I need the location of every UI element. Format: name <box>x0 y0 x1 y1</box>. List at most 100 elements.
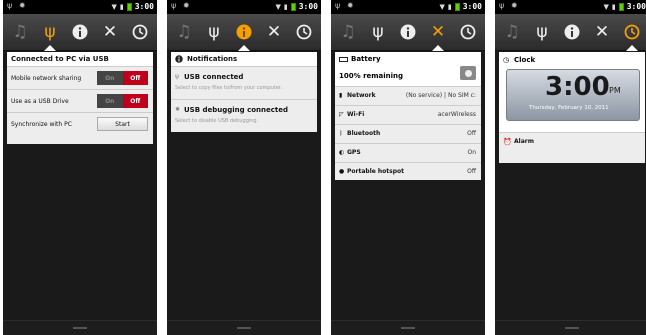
signal-icon: ▮ <box>611 2 616 11</box>
portable-hotspot-row[interactable]: ● Portable hotspot Off <box>335 162 481 181</box>
clock-text: 3:00 <box>462 2 482 11</box>
music-tab-icon[interactable]: ♫ <box>497 14 527 50</box>
wifi-value: acerWireless <box>437 111 476 118</box>
drawer-handle[interactable] <box>331 320 485 335</box>
network-row[interactable]: ▮ Network (No service) | No SIM c: <box>335 86 481 105</box>
usb-tab-icon[interactable]: ψ <box>363 14 393 50</box>
notification-title: USB debugging connected <box>184 106 289 114</box>
usb-drive-toggle[interactable]: On Off <box>97 94 148 108</box>
phone-screen-settings: ψ ✹ ▼ ▮ 3:00 ♫ ψ ✕ Battery 100% remainin… <box>331 0 485 335</box>
wifi-icon: ▼ <box>603 2 609 11</box>
chevron-down-icon <box>464 69 472 77</box>
mobile-network-sharing-row: Mobile network sharing On Off <box>7 66 153 89</box>
clock-section: ◷ Clock 3:00 PM Thursday, February 10, 2… <box>499 52 645 132</box>
clock-tab-icon[interactable] <box>125 14 155 50</box>
hotspot-icon: ● <box>339 168 345 175</box>
debug-icon: ✹ <box>175 106 181 113</box>
clock-text: 3:00 <box>134 2 154 11</box>
clock-date: Thursday, February 10, 2011 <box>529 105 609 111</box>
mobile-network-sharing-toggle[interactable]: On Off <box>97 71 148 85</box>
battery-icon <box>454 2 460 11</box>
clock-ampm: PM <box>609 86 621 95</box>
toggle-on[interactable]: On <box>97 71 123 85</box>
row-label: Bluetooth <box>347 130 381 137</box>
row-label: Network <box>347 92 376 99</box>
clock-tab-icon[interactable] <box>289 14 319 50</box>
toggle-off[interactable]: Off <box>122 94 148 108</box>
tools-tab-icon[interactable]: ✕ <box>259 14 289 50</box>
row-label: Portable hotspot <box>347 168 405 175</box>
bluetooth-row[interactable]: ᛒ Bluetooth Off <box>335 124 481 143</box>
notification-title: USB connected <box>184 73 244 81</box>
battery-value: 100% remaining <box>339 72 404 80</box>
panel-title: Connected to PC via USB <box>7 52 153 66</box>
usb-connected-notification[interactable]: ψ USB connected Select to copy files to/… <box>171 66 317 99</box>
row-label: GPS <box>347 149 361 156</box>
music-tab-icon[interactable]: ♫ <box>5 14 35 50</box>
active-tab-indicator <box>432 45 444 51</box>
clock-time: 3:00 <box>545 72 610 102</box>
tools-tab-icon[interactable]: ✕ <box>587 14 617 50</box>
music-tab-icon[interactable]: ♫ <box>333 14 363 50</box>
drawer-handle[interactable] <box>3 320 157 335</box>
usb-drive-row: Use as a USB Drive On Off <box>7 89 153 112</box>
clock-title: Clock <box>514 56 536 64</box>
clock-text: 3:00 <box>298 2 318 11</box>
active-tab-indicator <box>44 45 56 51</box>
start-sync-button[interactable]: Start <box>97 117 148 131</box>
usb-tab-icon[interactable]: ψ <box>35 14 65 51</box>
usb-status-icon: ψ ✹ <box>171 1 192 10</box>
wifi-row[interactable]: ◸ Wi-Fi acerWireless <box>335 105 481 124</box>
status-bar: ψ ✹ ▼ ▮ 3:00 <box>331 0 485 14</box>
icon-tab-bar: ♫ ψ ✕ <box>331 14 485 51</box>
wifi-icon: ▼ <box>111 2 117 11</box>
gps-value: On <box>467 149 476 156</box>
drawer-handle[interactable] <box>495 320 646 335</box>
alarm-label: Alarm <box>514 138 534 145</box>
digital-clock-widget[interactable]: 3:00 PM Thursday, February 10, 2011 <box>506 69 640 121</box>
settings-panel: Battery 100% remaining ▮ Network (No ser… <box>335 52 481 180</box>
signal-icon: ▮ <box>283 2 288 11</box>
battery-row: Battery 100% remaining <box>335 52 481 86</box>
row-label: Use as a USB Drive <box>11 98 69 105</box>
row-label: Synchronize with PC <box>11 121 72 128</box>
clock-text: 3:00 <box>626 2 646 11</box>
toggle-on[interactable]: On <box>97 94 123 108</box>
bluetooth-value: Off <box>467 130 476 137</box>
music-tab-icon[interactable]: ♫ <box>169 14 199 50</box>
row-label: Mobile network sharing <box>11 75 82 82</box>
gps-row[interactable]: ◐ GPS On <box>335 143 481 162</box>
alarm-row[interactable]: ⏰ Alarm <box>499 132 645 151</box>
panel-header: Notifications <box>171 52 317 66</box>
phone-screen-usb: ψ ✹ ▼ ▮ 3:00 ♫ ψ ✕ Connected to PC via U… <box>3 0 157 335</box>
clock-tab-icon[interactable] <box>617 14 646 51</box>
info-tab-icon[interactable] <box>557 14 587 50</box>
battery-title: Battery <box>351 55 381 63</box>
usb-tab-icon[interactable]: ψ <box>527 14 557 50</box>
wifi-icon: ◸ <box>339 111 344 118</box>
wifi-icon: ▼ <box>275 2 281 11</box>
row-label: Wi-Fi <box>347 111 365 118</box>
icon-tab-bar: ♫ ψ ✕ <box>495 14 646 51</box>
usb-debugging-notification[interactable]: ✹ USB debugging connected Select to disa… <box>171 99 317 132</box>
signal-icon: ▮ <box>339 92 343 99</box>
synchronize-row: Synchronize with PC Start <box>7 112 153 135</box>
clock-tab-icon[interactable] <box>453 14 483 50</box>
info-tab-icon[interactable] <box>65 14 95 50</box>
drawer-handle[interactable] <box>167 320 321 335</box>
usb-status-icon: ψ ✹ <box>7 1 28 10</box>
signal-icon: ▮ <box>119 2 124 11</box>
battery-icon <box>290 2 296 11</box>
status-bar: ψ ✹ ▼ ▮ 3:00 <box>167 0 321 14</box>
battery-detail-button[interactable] <box>460 66 476 80</box>
phone-screen-clock: ψ ✹ ▼ ▮ 3:00 ♫ ψ ✕ ◷ Clock 3:00 PM Thurs… <box>495 0 646 335</box>
toggle-off[interactable]: Off <box>122 71 148 85</box>
notification-subtitle: Select to copy files to/from your comput… <box>175 85 282 91</box>
usb-tab-icon[interactable]: ψ <box>199 14 229 50</box>
tools-tab-icon[interactable]: ✕ <box>423 14 453 51</box>
tools-tab-icon[interactable]: ✕ <box>95 14 125 50</box>
info-tab-icon[interactable] <box>393 14 423 50</box>
clock-panel: ◷ Clock 3:00 PM Thursday, February 10, 2… <box>499 52 645 163</box>
usb-status-icon: ψ ✹ <box>335 1 356 10</box>
info-tab-icon[interactable] <box>229 14 259 51</box>
